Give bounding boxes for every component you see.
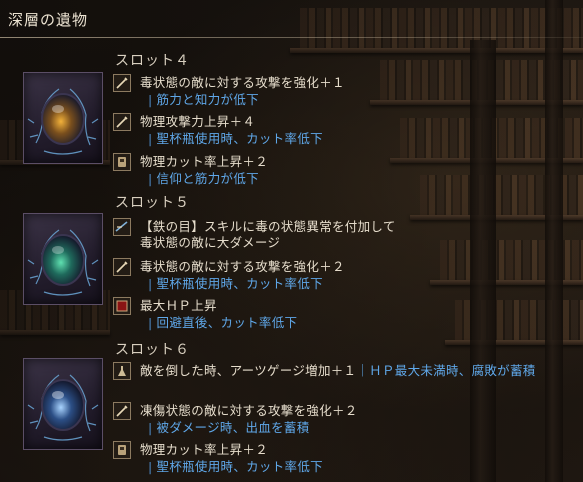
relic-blue-orb-icon bbox=[27, 374, 99, 441]
relic-green-orb-icon bbox=[27, 229, 99, 296]
slot-4-effect-1[interactable]: 毒状態の敵に対する攻撃を強化＋１ | 筋力と知力が低下 bbox=[113, 74, 573, 114]
relic-slot-6[interactable] bbox=[23, 358, 103, 450]
slot-6-effect-2[interactable]: 凍傷状態の敵に対する攻撃を強化＋２ | 被ダメージ時、出血を蓄積 bbox=[113, 402, 573, 442]
effect-sub: | 筋力と知力が低下 bbox=[148, 92, 259, 107]
slot-6-effect-1[interactable]: 敵を倒した時、アーツゲージ増加＋１｜ＨＰ最大未満時、腐敗が蓄積 bbox=[113, 362, 573, 402]
slot-5-effect-3[interactable]: 最大ＨＰ上昇 | 回避直後、カット率低下 bbox=[113, 297, 573, 337]
slot-4-title: スロット４ bbox=[115, 53, 190, 69]
slot-4-effect-3[interactable]: 物理カット率上昇＋２ | 信仰と筋力が低下 bbox=[113, 153, 573, 193]
slot-5-effect-2[interactable]: 毒状態の敵に対する攻撃を強化＋２ | 聖杯瓶使用時、カット率低下 bbox=[113, 258, 573, 298]
effect-sub: | 聖杯瓶使用時、カット率低下 bbox=[148, 276, 323, 291]
slot-6-effect-3[interactable]: 物理カット率上昇＋２ | 聖杯瓶使用時、カット率低下 bbox=[113, 441, 573, 481]
relic-slot-4[interactable] bbox=[23, 72, 103, 164]
sword-icon bbox=[113, 258, 131, 276]
slot-6-title: スロット６ bbox=[115, 342, 190, 358]
effect-text-line-2: 毒状態の敵に大ダメージ bbox=[140, 235, 281, 250]
effect-sub: | 回避直後、カット率低下 bbox=[148, 315, 298, 330]
armor-icon bbox=[113, 441, 131, 459]
header: 深層の遺物 bbox=[0, 0, 583, 38]
relic-slot-5[interactable] bbox=[23, 213, 103, 305]
effect-text: 毒状態の敵に対する攻撃を強化＋２ bbox=[140, 259, 345, 274]
relic-gold-orb-icon bbox=[27, 88, 99, 155]
effect-inline-sub: ＨＰ最大未満時、腐敗が蓄積 bbox=[369, 363, 536, 378]
effect-text: 毒状態の敵に対する攻撃を強化＋１ bbox=[140, 75, 345, 90]
armor-icon bbox=[113, 153, 131, 171]
flask-icon bbox=[113, 362, 131, 380]
effect-text: 物理カット率上昇＋２ bbox=[140, 154, 269, 169]
effect-text: 敵を倒した時、アーツゲージ増加＋１｜ＨＰ最大未満時、腐敗が蓄積 bbox=[140, 363, 536, 378]
slot-5-effect-1[interactable]: 【鉄の目】スキルに毒の状態異常を付加して 毒状態の敵に大ダメージ bbox=[113, 218, 573, 258]
iron-eye-icon bbox=[113, 218, 131, 236]
effect-text: 物理攻撃力上昇＋４ bbox=[140, 114, 256, 129]
effect-text: 物理カット率上昇＋２ bbox=[140, 442, 269, 457]
effect-text: 凍傷状態の敵に対する攻撃を強化＋２ bbox=[140, 403, 358, 418]
hp-icon bbox=[113, 297, 131, 315]
effect-sub: | 信仰と筋力が低下 bbox=[148, 171, 259, 186]
slot-5-title: スロット５ bbox=[115, 195, 190, 211]
effect-text: 最大ＨＰ上昇 bbox=[140, 298, 217, 313]
page-title: 深層の遺物 bbox=[8, 11, 89, 29]
effect-sub: | 被ダメージ時、出血を蓄積 bbox=[148, 420, 310, 435]
effect-sub: | 聖杯瓶使用時、カット率低下 bbox=[148, 459, 323, 474]
sword-icon bbox=[113, 74, 131, 92]
sword-icon bbox=[113, 113, 131, 131]
effect-sub: | 聖杯瓶使用時、カット率低下 bbox=[148, 131, 323, 146]
sword-icon bbox=[113, 402, 131, 420]
effect-text: 【鉄の目】スキルに毒の状態異常を付加して bbox=[140, 219, 396, 234]
slot-4-effect-2[interactable]: 物理攻撃力上昇＋４ | 聖杯瓶使用時、カット率低下 bbox=[113, 113, 573, 153]
header-divider bbox=[0, 37, 583, 38]
